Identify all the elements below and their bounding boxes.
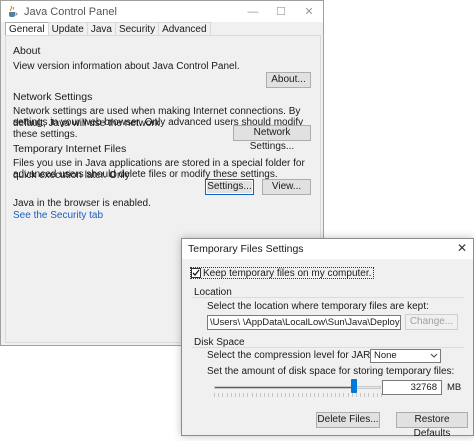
- tab-general[interactable]: General: [5, 22, 49, 36]
- slider-tick: [284, 393, 286, 397]
- slider-tick: [343, 393, 345, 397]
- location-instruction: Select the location where temporary file…: [207, 301, 429, 312]
- disk-space-divider: [192, 347, 464, 348]
- dialog-title: Temporary Files Settings: [188, 243, 304, 255]
- close-icon[interactable]: ✕: [455, 241, 469, 255]
- check-icon: [192, 269, 200, 276]
- slider-tick: [264, 393, 266, 397]
- disk-space-slider-fill: [215, 387, 356, 388]
- slider-tick: [230, 393, 232, 397]
- cache-path-field[interactable]: \Users\ \AppData\LocalLow\Sun\Java\Deplo…: [207, 315, 401, 330]
- slider-tick: [301, 393, 303, 397]
- slider-tick: [347, 393, 349, 397]
- slider-tick: [289, 393, 291, 397]
- keep-temp-files-label: Keep temporary files on my computer.: [203, 267, 372, 279]
- temp-settings-button[interactable]: Settings...: [205, 179, 254, 195]
- slider-tick: [376, 393, 378, 397]
- disk-amount-label: Set the amount of disk space for storing…: [207, 366, 455, 377]
- keep-temp-files-option[interactable]: Keep temporary files on my computer.: [190, 267, 375, 279]
- compression-select[interactable]: None: [370, 349, 441, 363]
- slider-tick: [259, 393, 261, 397]
- tab-update[interactable]: Update: [47, 22, 88, 36]
- window-title: Java Control Panel: [24, 5, 117, 18]
- temp-files-section-title: Temporary Internet Files: [13, 143, 127, 155]
- slider-tick: [318, 393, 320, 397]
- minimize-button[interactable]: —: [239, 1, 267, 22]
- slider-tick: [226, 393, 228, 397]
- tab-bar: General Update Java Security Advanced: [5, 22, 211, 36]
- slider-tick: [293, 393, 295, 397]
- slider-tick: [314, 393, 316, 397]
- compression-label: Select the compression level for JAR fil…: [207, 350, 394, 361]
- security-tab-link[interactable]: See the Security tab: [13, 210, 103, 221]
- slider-tick: [222, 393, 224, 397]
- slider-tick: [322, 393, 324, 397]
- slider-tick: [305, 393, 307, 397]
- tab-java[interactable]: Java: [86, 22, 116, 36]
- close-button[interactable]: ✕: [295, 1, 323, 22]
- about-button[interactable]: About...: [266, 72, 311, 88]
- slider-tick: [310, 393, 312, 397]
- slider-tick: [234, 393, 236, 397]
- slider-tick: [360, 393, 362, 397]
- browser-status-text: Java in the browser is enabled.: [13, 198, 151, 209]
- compression-value: None: [374, 350, 397, 361]
- disk-space-slider-ticks: [214, 393, 382, 398]
- slider-tick: [368, 393, 370, 397]
- restore-defaults-button[interactable]: Restore Defaults: [396, 412, 468, 439]
- slider-tick: [276, 393, 278, 397]
- slider-tick: [297, 393, 299, 397]
- slider-tick: [247, 393, 249, 397]
- delete-files-button[interactable]: Delete Files...: [316, 412, 380, 428]
- about-description: View version information about Java Cont…: [13, 61, 240, 72]
- slider-tick: [272, 393, 274, 397]
- slider-tick: [335, 393, 337, 397]
- disk-space-unit: MB: [447, 382, 462, 393]
- slider-tick: [330, 393, 332, 397]
- network-settings-button[interactable]: Network Settings...: [233, 125, 311, 152]
- slider-tick: [364, 393, 366, 397]
- slider-tick: [239, 393, 241, 397]
- slider-tick: [351, 393, 353, 397]
- maximize-button[interactable]: ☐: [267, 1, 295, 22]
- slider-tick: [255, 393, 257, 397]
- dialog-title-bar[interactable]: Temporary Files Settings ✕: [182, 239, 473, 259]
- slider-tick: [280, 393, 282, 397]
- slider-tick: [355, 393, 357, 397]
- tab-advanced[interactable]: Advanced: [158, 22, 211, 36]
- slider-tick: [326, 393, 328, 397]
- slider-tick: [268, 393, 270, 397]
- disk-space-slider-thumb[interactable]: [351, 379, 358, 393]
- slider-tick: [214, 393, 215, 397]
- about-section-title: About: [13, 45, 41, 57]
- java-coffee-icon: [6, 5, 19, 18]
- disk-space-amount-field[interactable]: 32768: [382, 380, 442, 395]
- temporary-files-settings-dialog: Temporary Files Settings ✕ Keep temporar…: [181, 238, 474, 439]
- tab-security[interactable]: Security: [114, 22, 160, 36]
- network-section-title: Network Settings: [13, 91, 93, 103]
- temp-view-button[interactable]: View...: [262, 179, 311, 195]
- slider-tick: [339, 393, 341, 397]
- slider-tick: [243, 393, 245, 397]
- slider-tick: [251, 393, 253, 397]
- title-bar[interactable]: Java Control Panel — ☐ ✕: [1, 1, 323, 22]
- keep-temp-files-checkbox[interactable]: [191, 268, 201, 278]
- change-location-button[interactable]: Change...: [405, 314, 458, 330]
- slider-tick: [218, 393, 220, 397]
- chevron-down-icon: [430, 350, 438, 366]
- slider-tick: [372, 393, 374, 397]
- location-divider: [192, 297, 464, 298]
